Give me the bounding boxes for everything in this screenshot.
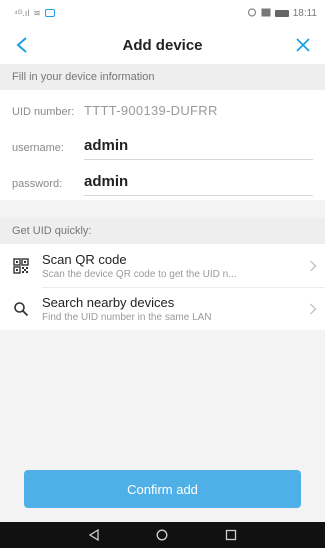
form-section-label: Fill in your device information	[0, 64, 325, 90]
uid-row: UID number:	[12, 92, 325, 124]
status-right: 18:11	[247, 7, 317, 19]
system-home-button[interactable]	[147, 522, 177, 548]
search-icon	[0, 287, 42, 330]
close-button[interactable]	[289, 30, 317, 60]
quick-list: Scan QR code Scan the device QR code to …	[0, 244, 325, 330]
battery-icon	[274, 9, 289, 17]
alarm-icon	[247, 7, 257, 19]
square-recents-icon	[225, 529, 236, 541]
uid-label: UID number:	[12, 106, 75, 118]
system-nav-bar	[0, 522, 325, 548]
quick-section-label: Get UID quickly:	[0, 218, 325, 244]
scan-qr-item[interactable]: Scan QR code Scan the device QR code to …	[0, 244, 325, 287]
scan-qr-text: Scan QR code Scan the device QR code to …	[42, 252, 301, 280]
chevron-right-icon	[301, 260, 325, 272]
signal-icon: ⁴ᴳ.ıl	[14, 8, 30, 18]
password-input[interactable]	[84, 168, 313, 196]
status-left: ⁴ᴳ.ıl ≋	[14, 8, 55, 19]
system-recents-button[interactable]	[216, 522, 246, 548]
username-row: username:	[12, 128, 325, 160]
chevron-left-icon	[16, 37, 27, 53]
search-nearby-text: Search nearby devices Find the UID numbe…	[42, 295, 301, 323]
qr-code-icon	[0, 244, 42, 287]
search-nearby-item[interactable]: Search nearby devices Find the UID numbe…	[0, 287, 325, 330]
back-button[interactable]	[8, 30, 36, 60]
wifi-icon: ≋	[33, 7, 41, 18]
search-nearby-title: Search nearby devices	[42, 294, 175, 310]
chevron-right-icon	[301, 303, 325, 315]
username-label: username:	[12, 142, 64, 154]
username-input[interactable]	[84, 132, 313, 160]
system-back-button[interactable]	[79, 522, 109, 548]
status-bar: ⁴ᴳ.ıl ≋ 18:11	[0, 0, 325, 26]
app-notification-icon	[44, 9, 55, 17]
status-time: 18:11	[292, 7, 317, 19]
uid-input[interactable]	[84, 96, 313, 124]
scan-qr-subtitle: Scan the device QR code to get the UID n…	[42, 268, 237, 280]
page-title: Add device	[122, 36, 203, 54]
password-row: password:	[12, 164, 325, 196]
nav-bar: Add device	[0, 26, 325, 64]
password-label: password:	[12, 178, 63, 190]
triangle-back-icon	[88, 529, 99, 541]
search-nearby-subtitle: Find the UID number in the same LAN	[42, 311, 212, 323]
scan-qr-title: Scan QR code	[42, 251, 127, 267]
confirm-add-button[interactable]: Confirm add	[24, 470, 301, 508]
sim-icon	[261, 8, 271, 19]
close-icon	[296, 38, 310, 52]
device-form: UID number: username: password:	[0, 90, 325, 200]
circle-home-icon	[157, 529, 168, 541]
